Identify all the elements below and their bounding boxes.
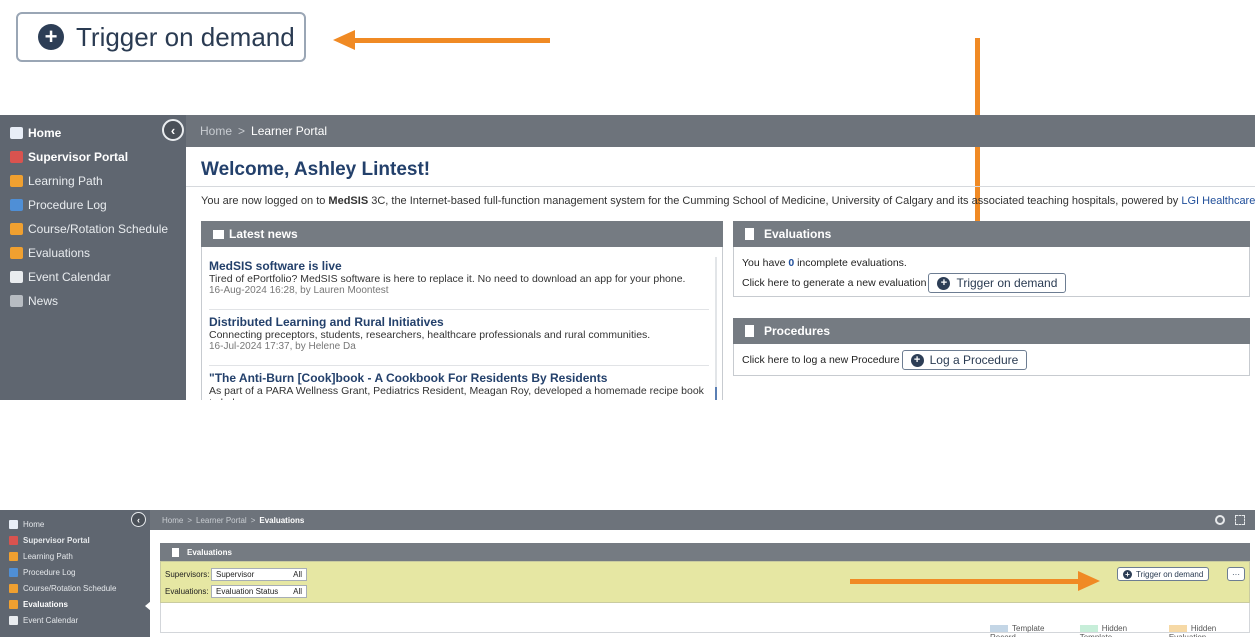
arrow-right-shaft: [850, 579, 1080, 584]
top-breadcrumb-bar: ‹ Home > Learner Portal > Evaluations: [131, 510, 1255, 530]
swatch-icon: [1168, 625, 1187, 633]
incomplete-evaluations-text: You have 0 incomplete evaluations.: [742, 257, 907, 269]
people-icon: [9, 599, 18, 609]
home-icon: [9, 519, 18, 529]
evaluation-status-select[interactable]: Evaluation Status All: [211, 585, 307, 598]
calendar-icon: [10, 271, 23, 283]
evaluations-panel-header: Evaluations: [160, 543, 1250, 561]
divider: [209, 309, 709, 310]
sidebar-item-learning-path[interactable]: Learning Path: [0, 548, 150, 564]
log-procedure-button[interactable]: + Log a Procedure: [901, 350, 1028, 370]
page-title: Welcome, Ashley Lintest!: [201, 159, 431, 180]
sidebar-item-event-calendar[interactable]: Event Calendar: [0, 612, 150, 628]
procedures-panel: Click here to log a new Procedure + Log …: [733, 344, 1250, 376]
breadcrumb-home[interactable]: Home: [200, 124, 232, 138]
generate-evaluation-row: Click here to generate a new evaluation …: [742, 273, 1067, 293]
people-icon: [9, 583, 18, 593]
collapse-sidebar-icon[interactable]: ‹: [162, 119, 184, 141]
collapse-sidebar-icon[interactable]: ‹: [131, 512, 146, 527]
supervisor-icon: [9, 535, 18, 545]
lgi-link[interactable]: LGI Healthcare Solutions Inc: [1181, 195, 1255, 207]
trigger-on-demand-button[interactable]: + Trigger on demand: [928, 273, 1067, 293]
supervisor-select[interactable]: Supervisor All: [211, 568, 307, 581]
legend-hidden-template: Hidden Template: [1079, 624, 1161, 637]
plus-circle-icon: +: [38, 24, 64, 50]
sidebar-item-evaluations[interactable]: Evaluations: [0, 596, 150, 612]
swatch-icon: [1079, 625, 1098, 633]
people-icon: [10, 175, 23, 187]
latest-news-header: Latest news: [201, 221, 723, 247]
sidebar: Home Supervisor Portal Learning Path Pro…: [0, 510, 151, 637]
procedures-panel-header: Procedures: [733, 318, 1250, 344]
sidebar-item-supervisor-portal[interactable]: Supervisor Portal: [0, 532, 150, 548]
sidebar-item-procedure-log[interactable]: Procedure Log: [0, 564, 150, 580]
plus-circle-icon: +: [910, 353, 924, 367]
evaluations-page-screenshot: Home Supervisor Portal Learning Path Pro…: [0, 510, 1255, 637]
supervisors-filter: Supervisors: Supervisor All: [165, 568, 307, 581]
breadcrumb-current: Learner Portal: [251, 124, 328, 138]
people-icon: [10, 223, 23, 235]
calendar-icon: [9, 615, 18, 625]
legend: Template Record Hidden Template Hidden E…: [990, 624, 1255, 637]
evaluations-filter: Evaluations: Evaluation Status All: [165, 585, 307, 598]
news-icon: [10, 295, 23, 307]
latest-news-panel: MedSIS software is live Tired of ePortfo…: [201, 247, 723, 400]
supervisor-icon: [10, 151, 23, 163]
arrow-right-icon: [1078, 571, 1100, 591]
document-icon: [745, 228, 754, 240]
breadcrumb: Home > Learner Portal > Evaluations: [162, 515, 305, 525]
sidebar-item-course-rotation-schedule[interactable]: Course/Rotation Schedule: [0, 217, 186, 241]
arrow-left-shaft: [352, 38, 550, 43]
sidebar-item-learning-path[interactable]: Learning Path: [0, 169, 186, 193]
more-options-button[interactable]: ···: [1227, 567, 1245, 581]
news-icon: [213, 229, 224, 239]
people-icon: [10, 247, 23, 259]
procedure-icon: [10, 199, 23, 211]
trigger-on-demand-callout-button[interactable]: + Trigger on demand: [16, 12, 306, 62]
sidebar-item-home[interactable]: Home: [0, 516, 150, 532]
document-icon: [172, 547, 179, 557]
sidebar-item-event-calendar[interactable]: Event Calendar: [0, 265, 186, 289]
callout-label: Trigger on demand: [76, 21, 295, 52]
legend-template-record: Template Record: [990, 624, 1072, 637]
log-procedure-row: Click here to log a new Procedure + Log …: [742, 350, 1028, 370]
people-icon: [9, 551, 18, 561]
sidebar-item-procedure-log[interactable]: Procedure Log: [0, 193, 186, 217]
news-scroll-thumb[interactable]: [715, 387, 717, 400]
legend-hidden-evaluation: Hidden Evaluation: [1168, 624, 1255, 637]
swatch-icon: [990, 625, 1008, 633]
evaluations-panel: You have 0 incomplete evaluations. Click…: [733, 247, 1250, 297]
trigger-on-demand-button[interactable]: + Trigger on demand: [1117, 567, 1210, 581]
fullscreen-icon[interactable]: [1235, 515, 1245, 525]
divider: [209, 365, 709, 366]
sidebar-item-news[interactable]: News: [0, 289, 186, 313]
plus-circle-icon: +: [1123, 569, 1132, 579]
top-breadcrumb-bar: ‹ Home > Learner Portal: [162, 115, 1255, 147]
breadcrumb: Home > Learner Portal: [200, 124, 328, 138]
plus-circle-icon: +: [937, 276, 951, 290]
document-icon: [745, 325, 754, 337]
list-item[interactable]: MedSIS software is live Tired of ePortfo…: [209, 259, 709, 296]
list-item[interactable]: "The Anti-Burn [Cook]book - A Cookbook F…: [209, 371, 709, 400]
home-icon: [10, 127, 23, 139]
news-scrollbar[interactable]: [715, 257, 717, 397]
sidebar-item-home[interactable]: Home: [0, 121, 186, 145]
list-item[interactable]: Distributed Learning and Rural Initiativ…: [209, 315, 709, 352]
sidebar-item-evaluations[interactable]: Evaluations: [0, 241, 186, 265]
procedure-icon: [9, 567, 18, 577]
learner-portal-screenshot: Home Supervisor Portal Learning Path Pro…: [0, 115, 1255, 400]
active-pointer-icon: [145, 601, 151, 611]
sidebar-item-supervisor-portal[interactable]: Supervisor Portal: [0, 145, 186, 169]
evaluations-panel-header: Evaluations: [733, 221, 1250, 247]
intro-text: You are now logged on to MedSIS 3C, the …: [201, 195, 1255, 207]
divider: [186, 186, 1255, 187]
sidebar: Home Supervisor Portal Learning Path Pro…: [0, 115, 186, 400]
sidebar-item-course-rotation-schedule[interactable]: Course/Rotation Schedule: [0, 580, 150, 596]
settings-icon[interactable]: [1215, 515, 1225, 525]
